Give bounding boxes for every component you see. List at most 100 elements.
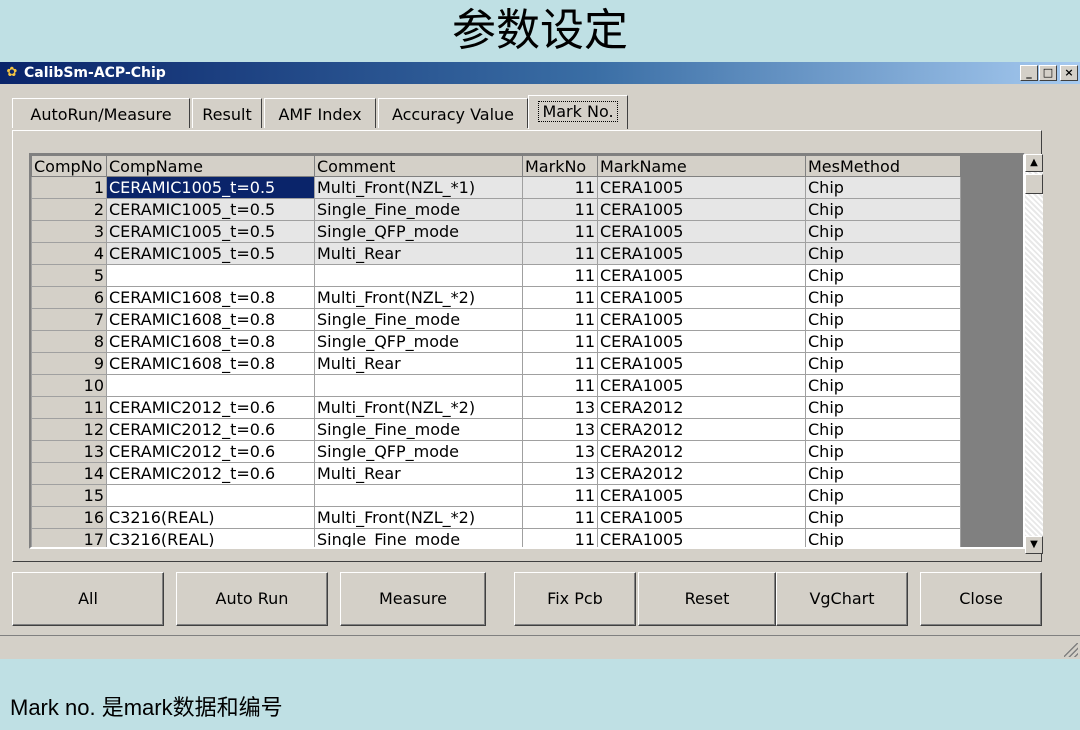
table-cell[interactable]: Chip <box>805 242 961 265</box>
table-cell[interactable]: Multi_Rear <box>314 242 523 265</box>
table-row[interactable]: 15 11 CERA1005 Chip <box>31 484 961 507</box>
table-cell[interactable]: CERA2012 <box>597 396 806 419</box>
table-cell[interactable]: CERAMIC1005_t=0.5 <box>106 242 315 265</box>
scroll-thumb[interactable] <box>1025 174 1043 194</box>
table-row[interactable]: 16 C3216(REAL) Multi_Front(NZL_*2) 11 CERA10… <box>31 506 961 529</box>
table-cell[interactable]: CERAMIC1608_t=0.8 <box>106 352 315 375</box>
table-row[interactable]: 3 CERAMIC1005_t=0.5 Single_QFP_mode 11 CERA1… <box>31 220 961 243</box>
table-cell[interactable]: Chip <box>805 374 961 397</box>
table-cell[interactable]: CERA1005 <box>597 176 806 199</box>
table-row[interactable]: 17 C3216(REAL) Single_Fine_mode 11 CERA1005 C… <box>31 528 961 547</box>
table-cell[interactable]: 11 <box>522 264 598 287</box>
auto-run-button[interactable]: Auto Run <box>176 572 328 626</box>
table-cell[interactable]: 11 <box>522 528 598 547</box>
row-number-cell[interactable]: 4 <box>31 242 107 265</box>
table-cell[interactable]: 13 <box>522 418 598 441</box>
table-cell[interactable]: Single_QFP_mode <box>314 330 523 353</box>
column-header[interactable]: CompName <box>106 155 315 177</box>
table-cell[interactable]: 11 <box>522 506 598 529</box>
table-row[interactable]: 12 CERAMIC2012_t=0.6 Single_Fine_mode 13 CER… <box>31 418 961 441</box>
table-cell[interactable]: Chip <box>805 176 961 199</box>
row-number-cell[interactable]: 17 <box>31 528 107 547</box>
table-cell[interactable]: C3216(REAL) <box>106 506 315 529</box>
all-button[interactable]: All <box>12 572 164 626</box>
table-cell[interactable]: Single_Fine_mode <box>314 198 523 221</box>
column-header[interactable]: Comment <box>314 155 523 177</box>
close-window-button[interactable]: × <box>1060 65 1078 81</box>
table-cell[interactable]: CERA1005 <box>597 198 806 221</box>
row-number-cell[interactable]: 2 <box>31 198 107 221</box>
row-number-cell[interactable]: 15 <box>31 484 107 507</box>
row-number-cell[interactable]: 12 <box>31 418 107 441</box>
table-cell[interactable]: Chip <box>805 418 961 441</box>
scroll-down-arrow-icon[interactable]: ▼ <box>1025 536 1043 554</box>
table-cell[interactable]: Chip <box>805 330 961 353</box>
table-cell[interactable]: Single_QFP_mode <box>314 440 523 463</box>
table-cell[interactable]: 11 <box>522 374 598 397</box>
table-cell[interactable]: 13 <box>522 440 598 463</box>
table-cell[interactable]: CERAMIC1608_t=0.8 <box>106 330 315 353</box>
table-row[interactable]: 11 CERAMIC2012_t=0.6 Multi_Front(NZL_*2) 13… <box>31 396 961 419</box>
row-number-cell[interactable]: 5 <box>31 264 107 287</box>
table-cell[interactable]: CERA2012 <box>597 440 806 463</box>
table-cell[interactable]: 11 <box>522 220 598 243</box>
table-cell[interactable]: Chip <box>805 220 961 243</box>
window-titlebar[interactable]: ✿ CalibSm-ACP-Chip _ □ × <box>0 62 1080 84</box>
minimize-button[interactable]: _ <box>1020 65 1038 81</box>
table-cell[interactable]: CERAMIC1005_t=0.5 <box>106 176 315 199</box>
table-cell[interactable]: CERA1005 <box>597 528 806 547</box>
row-number-cell[interactable]: 6 <box>31 286 107 309</box>
table-cell[interactable]: CERA1005 <box>597 374 806 397</box>
table-row[interactable]: 8 CERAMIC1608_t=0.8 Single_QFP_mode 11 CERA1… <box>31 330 961 353</box>
table-cell[interactable]: CERA1005 <box>597 264 806 287</box>
table-cell[interactable]: Single_Fine_mode <box>314 308 523 331</box>
table-cell[interactable]: CERA2012 <box>597 462 806 485</box>
table-cell[interactable]: Chip <box>805 198 961 221</box>
table-cell[interactable]: CERAMIC2012_t=0.6 <box>106 418 315 441</box>
table-cell[interactable]: CERA1005 <box>597 242 806 265</box>
table-cell[interactable]: CERA1005 <box>597 220 806 243</box>
table-cell[interactable]: CERA2012 <box>597 418 806 441</box>
table-row[interactable]: 13 CERAMIC2012_t=0.6 Single_QFP_mode 13 CERA… <box>31 440 961 463</box>
table-cell[interactable]: Multi_Rear <box>314 462 523 485</box>
table-cell[interactable]: Chip <box>805 264 961 287</box>
row-number-cell[interactable]: 8 <box>31 330 107 353</box>
table-cell[interactable]: CERAMIC2012_t=0.6 <box>106 440 315 463</box>
table-cell[interactable]: Chip <box>805 462 961 485</box>
table-cell[interactable]: 11 <box>522 308 598 331</box>
table-cell[interactable]: CERAMIC2012_t=0.6 <box>106 396 315 419</box>
table-cell[interactable]: Multi_Front(NZL_*2) <box>314 506 523 529</box>
table-cell[interactable]: Chip <box>805 396 961 419</box>
table-cell[interactable] <box>314 374 523 397</box>
table-row[interactable]: 5 11 CERA1005 Chip <box>31 264 961 287</box>
app-icon[interactable]: ✿ <box>4 65 20 81</box>
table-cell[interactable]: 11 <box>522 330 598 353</box>
table-cell[interactable]: Single_Fine_mode <box>314 418 523 441</box>
table-cell[interactable]: CERA1005 <box>597 352 806 375</box>
table-cell[interactable]: Single_Fine_mode <box>314 528 523 547</box>
table-cell[interactable]: 13 <box>522 396 598 419</box>
fix-pcb-button[interactable]: Fix Pcb <box>514 572 636 626</box>
table-cell[interactable]: CERAMIC1608_t=0.8 <box>106 308 315 331</box>
table-row[interactable]: 6 CERAMIC1608_t=0.8 Multi_Front(NZL_*2) 11 C… <box>31 286 961 309</box>
resize-grip-icon[interactable] <box>1064 643 1078 657</box>
table-cell[interactable]: CERAMIC2012_t=0.6 <box>106 462 315 485</box>
table-cell[interactable] <box>314 484 523 507</box>
table-cell[interactable] <box>106 374 315 397</box>
table-cell[interactable]: CERA1005 <box>597 484 806 507</box>
vertical-scrollbar[interactable]: ▲ ▼ <box>1025 154 1043 554</box>
row-number-cell[interactable]: 1 <box>31 176 107 199</box>
row-number-cell[interactable]: 14 <box>31 462 107 485</box>
table-cell[interactable]: Multi_Front(NZL_*2) <box>314 396 523 419</box>
reset-button[interactable]: Reset <box>638 572 776 626</box>
table-cell[interactable]: Multi_Front(NZL_*2) <box>314 286 523 309</box>
column-header[interactable]: MarkNo <box>522 155 598 177</box>
maximize-button[interactable]: □ <box>1039 65 1057 81</box>
table-cell[interactable]: 11 <box>522 352 598 375</box>
table-cell[interactable]: CERA1005 <box>597 506 806 529</box>
table-cell[interactable]: Chip <box>805 352 961 375</box>
table-row[interactable]: 14 CERAMIC2012_t=0.6 Multi_Rear 13 CERA2012 C… <box>31 462 961 485</box>
table-cell[interactable]: Chip <box>805 286 961 309</box>
table-row[interactable]: 2 CERAMIC1005_t=0.5 Single_Fine_mode 11 CERA… <box>31 198 961 221</box>
row-number-cell[interactable]: 3 <box>31 220 107 243</box>
